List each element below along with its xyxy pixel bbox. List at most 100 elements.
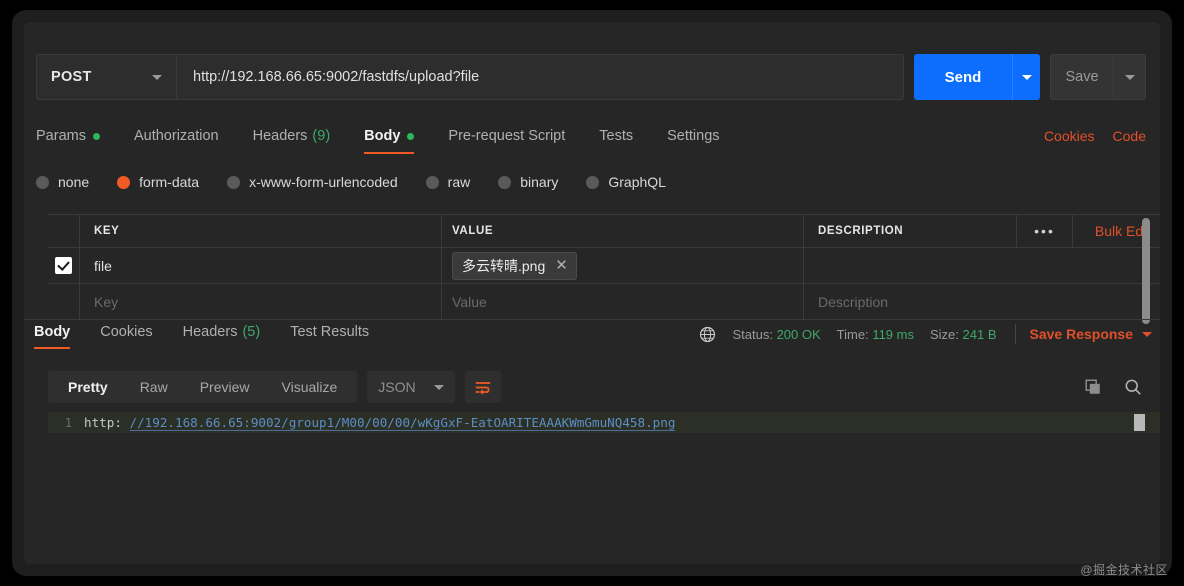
response-tab-headers[interactable]: Headers (5) xyxy=(183,320,261,349)
body-type-x-www-form-urlencoded[interactable]: x-www-form-urlencoded xyxy=(227,174,398,190)
tab-body[interactable]: Body xyxy=(364,122,415,154)
text-cursor xyxy=(1134,414,1145,431)
cookies-link[interactable]: Cookies xyxy=(1044,128,1095,144)
response-format-select[interactable]: JSON xyxy=(367,371,456,403)
table-placeholder-row: Key Value Description xyxy=(48,284,1160,320)
body-type-binary[interactable]: binary xyxy=(498,174,558,190)
tab-headers[interactable]: Headers (9) xyxy=(253,122,331,154)
placeholder-checkbox-cell xyxy=(48,284,80,319)
send-options-button[interactable] xyxy=(1012,54,1040,100)
close-icon[interactable]: ✕ xyxy=(555,258,568,273)
response-tab-test-results[interactable]: Test Results xyxy=(290,320,369,349)
body-type-form-data-label: form-data xyxy=(139,174,200,190)
copy-icon xyxy=(1085,379,1100,394)
chevron-down-icon xyxy=(1124,74,1135,80)
view-mode-visualize[interactable]: Visualize xyxy=(266,371,354,403)
radio-icon xyxy=(586,175,600,189)
tab-authorization-label: Authorization xyxy=(133,128,219,144)
response-tab-cookies[interactable]: Cookies xyxy=(100,320,152,349)
table-vertical-scrollbar[interactable] xyxy=(1142,218,1150,324)
placeholder-description-cell[interactable]: Description xyxy=(804,284,1160,319)
placeholder-value-cell[interactable]: Value xyxy=(442,284,804,319)
chevron-down-icon xyxy=(1021,74,1032,80)
response-tab-body[interactable]: Body xyxy=(34,320,71,349)
send-button-group: Send xyxy=(914,54,1040,100)
table-header-row: KEY VALUE DESCRIPTION ••• Bulk Edit xyxy=(48,215,1160,248)
response-status-bar: Status: 200 OK Time: 119 ms Size: 241 B … xyxy=(699,320,1160,344)
column-header-description: DESCRIPTION xyxy=(818,225,904,237)
code-link[interactable]: Code xyxy=(1113,128,1146,144)
placeholder-value-text: Value xyxy=(452,293,487,310)
response-body-url-link[interactable]: //192.168.66.65:9002/group1/M00/00/00/wK… xyxy=(129,415,676,431)
response-view-mode-group: Pretty Raw Preview Visualize xyxy=(48,371,358,403)
response-toolbar-actions xyxy=(1068,372,1148,402)
ellipsis-icon: ••• xyxy=(1034,223,1055,239)
request-tabs-right-links: Cookies Code xyxy=(1026,122,1146,144)
copy-button[interactable] xyxy=(1078,372,1108,402)
tab-pre-request-script[interactable]: Pre-request Script xyxy=(448,122,565,154)
row-checkbox-checked-icon[interactable] xyxy=(55,257,72,274)
save-response-button[interactable]: Save Response xyxy=(1030,326,1134,342)
word-wrap-toggle[interactable] xyxy=(465,371,502,403)
size-label: Size: xyxy=(929,326,959,342)
placeholder-key-text: Key xyxy=(94,293,119,310)
row-description-cell[interactable] xyxy=(804,248,1160,283)
radio-icon xyxy=(498,175,512,189)
http-method-select[interactable]: POST xyxy=(36,54,176,100)
body-type-graphql[interactable]: GraphQL xyxy=(586,174,666,190)
tab-tests[interactable]: Tests xyxy=(599,122,633,154)
form-data-table: KEY VALUE DESCRIPTION ••• Bulk Edit file… xyxy=(48,214,1160,320)
row-key-cell[interactable]: file xyxy=(80,248,442,283)
body-type-form-data[interactable]: form-data xyxy=(117,174,199,190)
view-mode-pretty[interactable]: Pretty xyxy=(52,371,124,403)
row-value-cell[interactable]: 多云转晴.png ✕ xyxy=(442,248,804,283)
table-row: file 多云转晴.png ✕ xyxy=(48,248,1160,284)
response-body-prefix: http: xyxy=(84,415,130,430)
save-button-group: Save xyxy=(1050,54,1146,100)
view-mode-preview[interactable]: Preview xyxy=(184,371,266,403)
send-button[interactable]: Send xyxy=(914,54,1012,100)
tab-pre-request-script-label: Pre-request Script xyxy=(448,128,566,144)
placeholder-key-cell[interactable]: Key xyxy=(80,284,442,319)
response-view-toolbar: Pretty Raw Preview Visualize JSON xyxy=(48,367,1148,407)
tab-headers-count: (9) xyxy=(312,128,331,144)
body-type-binary-label: binary xyxy=(520,174,559,190)
modified-dot-icon xyxy=(92,132,100,140)
response-format-label: JSON xyxy=(378,379,416,395)
url-input-value: http://192.168.66.65:9002/fastdfs/upload… xyxy=(193,69,480,85)
column-header-value: VALUE xyxy=(452,225,494,237)
file-chip[interactable]: 多云转晴.png ✕ xyxy=(452,251,577,280)
body-type-none-label: none xyxy=(58,174,90,190)
screenshot-root: POST http://192.168.66.65:9002/fastdfs/u… xyxy=(0,0,1184,586)
time-value: 119 ms xyxy=(872,326,914,342)
chevron-down-icon[interactable] xyxy=(1142,331,1152,337)
status-label: Status: xyxy=(732,326,773,342)
view-mode-raw[interactable]: Raw xyxy=(124,371,184,403)
status-badge: Status: 200 OK xyxy=(732,327,820,342)
tab-params[interactable]: Params xyxy=(36,122,100,154)
tab-authorization[interactable]: Authorization xyxy=(134,122,219,154)
tab-settings[interactable]: Settings xyxy=(667,122,719,154)
table-header-value-cell: VALUE xyxy=(442,215,804,247)
time-label: Time: xyxy=(836,326,869,342)
search-button[interactable] xyxy=(1118,372,1148,402)
radio-selected-icon xyxy=(117,175,131,189)
column-header-key: KEY xyxy=(94,225,120,237)
placeholder-description-text: Description xyxy=(818,293,889,310)
response-body-viewer[interactable]: 1 http: //192.168.66.65:9002/group1/M00/… xyxy=(48,412,1160,562)
table-header-tools: ••• Bulk Edit xyxy=(1016,215,1160,247)
body-type-graphql-label: GraphQL xyxy=(608,174,666,190)
chevron-down-icon xyxy=(152,74,162,80)
url-input[interactable]: http://192.168.66.65:9002/fastdfs/upload… xyxy=(176,54,904,100)
tab-body-label: Body xyxy=(364,128,401,144)
size-value: 241 B xyxy=(962,326,997,342)
globe-icon[interactable] xyxy=(699,326,716,343)
code-line: 1 http: //192.168.66.65:9002/group1/M00/… xyxy=(48,412,1160,433)
body-type-raw[interactable]: raw xyxy=(425,174,470,190)
save-options-button[interactable] xyxy=(1113,55,1145,99)
body-type-none[interactable]: none xyxy=(36,174,89,190)
table-options-button[interactable]: ••• xyxy=(1016,215,1072,247)
save-button[interactable]: Save xyxy=(1051,55,1113,99)
radio-icon xyxy=(36,175,49,189)
request-tabs: Params Authorization Headers (9) Body Pr… xyxy=(36,122,1146,160)
